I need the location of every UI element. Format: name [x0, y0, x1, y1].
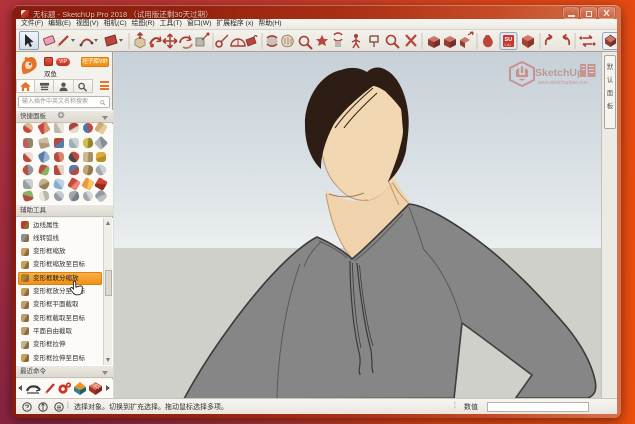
svg-text:www.sketchupbar.com: www.sketchupbar.com	[538, 80, 588, 86]
svg-text:SketchUp: SketchUp	[535, 67, 583, 79]
svg-text:LIU: LIU	[505, 42, 511, 47]
